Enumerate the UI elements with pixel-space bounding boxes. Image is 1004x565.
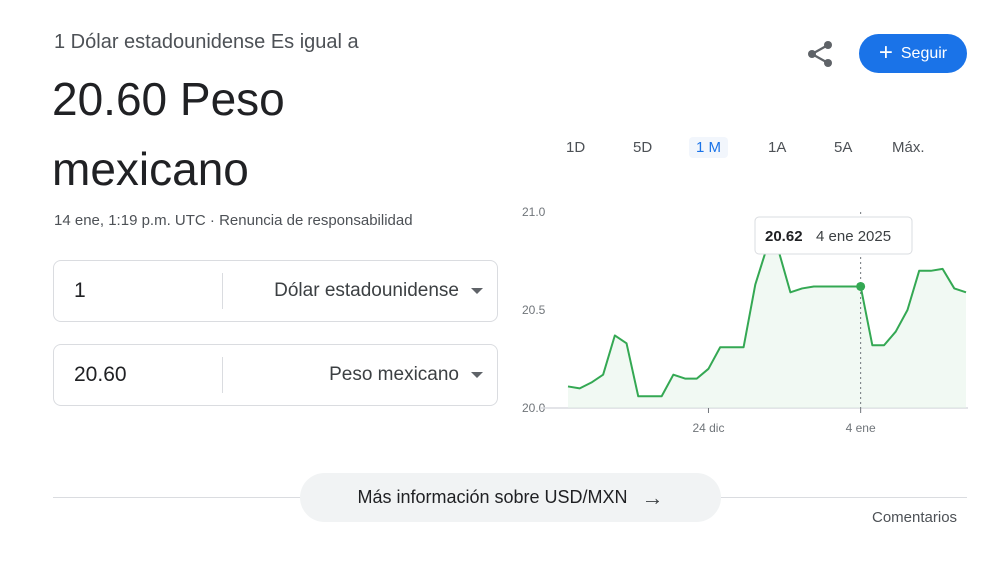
timestamp: 14 ene, 1:19 p.m. UTC	[54, 212, 206, 229]
share-icon[interactable]	[804, 38, 836, 70]
arrow-right-icon: →	[641, 484, 664, 510]
series-area	[568, 247, 966, 408]
range-tabs: 1D 5D 1 M 1A 5A Máx.	[555, 137, 975, 161]
tooltip-date: 4 ene 2025	[816, 228, 891, 245]
follow-label: Seguir	[900, 44, 948, 62]
field-divider	[222, 273, 223, 309]
from-amount-input[interactable]: 1	[74, 279, 86, 303]
result-currency: mexicano	[52, 143, 249, 195]
follow-button[interactable]: + Seguir	[859, 34, 967, 73]
result-amount: 20.60 Peso	[52, 73, 285, 125]
conversion-label: 1 Dólar estadounidense Es igual a	[54, 31, 359, 53]
hover-tooltip: 20.62 4 ene 2025	[754, 216, 913, 255]
feedback-link[interactable]: Comentarios	[872, 509, 957, 526]
tab-1a[interactable]: 1A	[761, 137, 793, 158]
more-info-label: Más información sobre USD/MXN	[357, 487, 628, 507]
exchange-rate-chart[interactable]: 21.020.520.024 dic 4 ene20.62 4 ene 2025	[510, 198, 980, 448]
from-currency-row: 1 Dólar estadounidense	[53, 260, 498, 322]
x-tick-label: 24 dic	[692, 421, 724, 435]
more-info-button[interactable]: Más información sobre USD/MXN →	[300, 473, 721, 522]
selected-point-marker	[856, 281, 866, 291]
dropdown-caret-icon	[471, 288, 483, 294]
plus-icon: +	[878, 38, 893, 66]
timestamp-line: 14 ene, 1:19 p.m. UTC · Renuncia de resp…	[54, 212, 413, 229]
dropdown-caret-icon	[471, 372, 483, 378]
to-currency-label: Peso mexicano	[329, 364, 459, 385]
tab-5d[interactable]: 5D	[626, 137, 659, 158]
tab-1d[interactable]: 1D	[559, 137, 592, 158]
to-currency-row: 20.60 Peso mexicano	[53, 344, 498, 406]
tooltip-value: 20.62	[765, 228, 803, 245]
to-amount-input[interactable]: 20.60	[74, 363, 127, 387]
y-tick-label: 21.0	[522, 205, 546, 219]
separator-dot: ·	[205, 212, 220, 229]
x-tick-label: 4 ene	[846, 421, 876, 435]
to-currency-select[interactable]: Peso mexicano	[329, 364, 483, 386]
tab-max[interactable]: Máx.	[885, 137, 932, 158]
y-tick-label: 20.5	[522, 303, 546, 317]
tab-1m[interactable]: 1 M	[689, 137, 729, 158]
disclaimer-link[interactable]: Renuncia de responsabilidad	[219, 212, 412, 229]
from-currency-select[interactable]: Dólar estadounidense	[274, 280, 483, 302]
tab-5a[interactable]: 5A	[827, 137, 859, 158]
from-currency-label: Dólar estadounidense	[274, 280, 459, 301]
field-divider	[222, 357, 223, 393]
section-divider	[53, 497, 301, 498]
section-divider	[720, 497, 967, 498]
